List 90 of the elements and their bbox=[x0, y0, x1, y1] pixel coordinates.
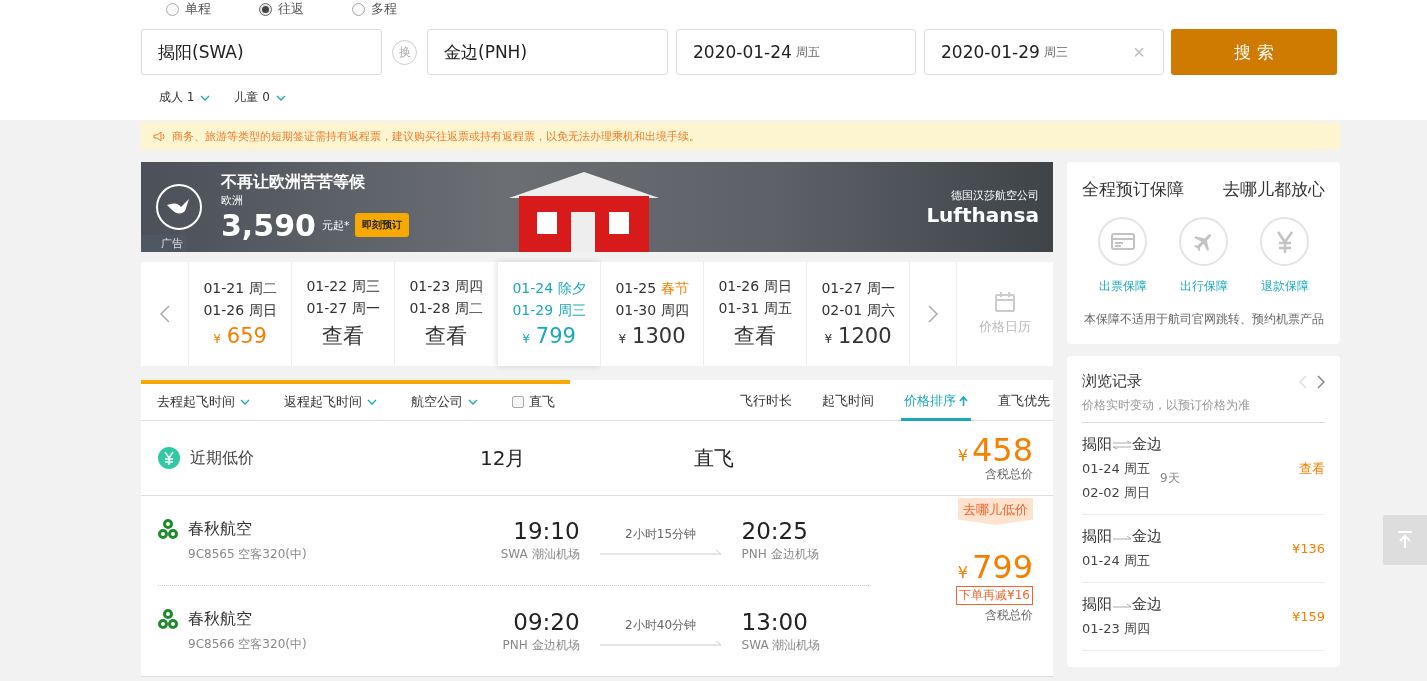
arrow-to-top-icon bbox=[1397, 531, 1413, 549]
ad-airline-logo: Lufthansa bbox=[926, 202, 1039, 227]
passenger-dropdown[interactable]: 儿童 0 bbox=[234, 89, 286, 106]
chevron-right-icon[interactable] bbox=[1317, 375, 1325, 389]
arrival-airport: SWA 潮汕机场 bbox=[741, 636, 821, 654]
guarantee-note: 本保障不适用于航司官网跳转、预约机票产品 bbox=[1082, 311, 1325, 328]
history-title: 浏览记录 bbox=[1082, 372, 1143, 391]
return-date-field[interactable]: 2020-01-29 周三 × bbox=[924, 29, 1164, 75]
arrival-time: 13:00 bbox=[741, 608, 808, 635]
departure-airport: SWA 潮汕机场 bbox=[500, 546, 580, 563]
trip-type-radio[interactable]: 单程 bbox=[166, 0, 259, 18]
notice-text: 商务、旅游等类型的短期签证需持有返程票，建议购买往返票或持有返程票，以免无法办理乘机和出境手续。 bbox=[172, 128, 700, 144]
chevron-down-icon bbox=[240, 399, 250, 405]
airline-logo-icon bbox=[158, 518, 178, 541]
from-field[interactable]: 揭阳(SWA) bbox=[141, 29, 382, 75]
guarantee-title: 全程预订保障 bbox=[1082, 178, 1184, 201]
chevron-down-icon bbox=[367, 399, 377, 405]
route-destination: 金边 bbox=[1132, 435, 1162, 454]
yuan-icon bbox=[1274, 229, 1295, 254]
yuan-badge-icon bbox=[158, 447, 180, 469]
chevron-left-icon[interactable] bbox=[1299, 375, 1307, 389]
depart-date-field[interactable]: 2020-01-24 周五 bbox=[676, 29, 916, 75]
airline-name: 春秋航空 bbox=[188, 518, 253, 540]
crane-logo-icon bbox=[155, 183, 203, 231]
airline-logo-icon bbox=[158, 609, 178, 631]
currency-symbol: ¥ bbox=[957, 563, 968, 582]
currency-symbol: ¥ bbox=[957, 445, 968, 465]
filter-dropdown[interactable]: 返程起飞时间 bbox=[284, 393, 377, 411]
history-date: 01-24 周五 bbox=[1082, 552, 1150, 570]
ad-headline: 不再让欧洲苦苦等候 bbox=[221, 171, 366, 193]
history-subtitle: 价格实时变动，以预订价格为准 bbox=[1082, 397, 1250, 414]
low-price-tag: 去哪儿低价 bbox=[958, 498, 1033, 525]
trip-type-radio[interactable]: 多程 bbox=[352, 0, 445, 18]
chevron-down-icon bbox=[200, 94, 211, 101]
ad-label: 广告 bbox=[141, 235, 187, 252]
route-origin: 揭阳 bbox=[1082, 595, 1112, 614]
month-text: 12月 bbox=[480, 444, 527, 472]
radio-dot[interactable] bbox=[259, 2, 272, 16]
arrow-up-icon bbox=[959, 395, 968, 406]
ad-region: 欧洲 bbox=[221, 192, 244, 208]
route-destination: 金边 bbox=[1132, 595, 1162, 614]
flight-duration: 2小时40分钟 bbox=[625, 616, 696, 634]
arrival-airport: PNH 金边机场 bbox=[741, 546, 819, 563]
price-note: 含税总价 bbox=[985, 607, 1033, 624]
route-destination: 金边 bbox=[1132, 527, 1162, 546]
round-trip-arrows-icon bbox=[1112, 439, 1132, 450]
trip-type-radio[interactable]: 往返 bbox=[259, 0, 352, 18]
route-origin: 揭阳 bbox=[1082, 435, 1112, 454]
speaker-icon bbox=[153, 130, 166, 142]
price-text: 458 bbox=[971, 433, 1033, 466]
flight-type-text: 直飞 bbox=[694, 444, 735, 472]
flight-number: 9C8565 空客320(中) bbox=[188, 545, 307, 563]
route-origin: 揭阳 bbox=[1082, 527, 1112, 546]
radio-dot[interactable] bbox=[166, 2, 179, 16]
passenger-dropdown[interactable]: 成人 1 bbox=[159, 89, 211, 106]
ad-airline-name: 德国汉莎航空公司 bbox=[951, 187, 1039, 203]
card-icon bbox=[1110, 232, 1135, 251]
arrival-time: 20:25 bbox=[741, 518, 808, 544]
chevron-down-icon bbox=[275, 94, 286, 101]
ad-price-unit: 元起* bbox=[321, 217, 350, 233]
chevron-right-icon bbox=[928, 305, 938, 323]
price-note: 含税总价 bbox=[985, 465, 1033, 483]
sort-tab[interactable]: 飞行时长 bbox=[737, 383, 795, 421]
sort-tab[interactable]: 直飞优先 bbox=[995, 383, 1053, 421]
guarantee-slogan: 去哪儿都放心 bbox=[1223, 178, 1325, 201]
direct-flight-checkbox[interactable]: 直飞 bbox=[512, 393, 555, 411]
ad-price: 3,590 bbox=[221, 207, 316, 243]
calendar-icon bbox=[994, 292, 1015, 312]
sort-tab[interactable]: 起飞时间 bbox=[819, 383, 877, 421]
history-date: 01-23 周四 bbox=[1082, 620, 1150, 638]
back-to-top-button[interactable] bbox=[1383, 515, 1427, 565]
to-field[interactable]: 金边(PNH) bbox=[427, 29, 668, 75]
flight-number: 9C8566 空客320(中) bbox=[188, 636, 307, 653]
price-text: 799 bbox=[971, 551, 1033, 583]
history-date: 02-02 周日 bbox=[1082, 484, 1150, 502]
filter-dropdown[interactable]: 航空公司 bbox=[411, 393, 478, 411]
history-date: 01-24 周五 bbox=[1082, 460, 1150, 478]
chevron-down-icon bbox=[468, 399, 478, 405]
chevron-left-icon bbox=[159, 305, 170, 323]
airline-name: 春秋航空 bbox=[188, 609, 253, 630]
radio-dot[interactable] bbox=[352, 2, 365, 16]
discount-tag: 下单再减¥16 bbox=[956, 586, 1033, 605]
flight-duration: 2小时15分钟 bbox=[625, 526, 696, 543]
departure-time: 09:20 bbox=[513, 608, 580, 635]
departure-airport: PNH 金边机场 bbox=[502, 636, 580, 654]
trip-length: 9天 bbox=[1159, 469, 1180, 487]
filter-dropdown[interactable]: 去程起飞时间 bbox=[157, 393, 250, 411]
low-price-label: 近期低价 bbox=[190, 447, 255, 469]
departure-time: 19:10 bbox=[513, 518, 580, 544]
book-now-button[interactable]: 即刻预订 bbox=[355, 213, 410, 237]
